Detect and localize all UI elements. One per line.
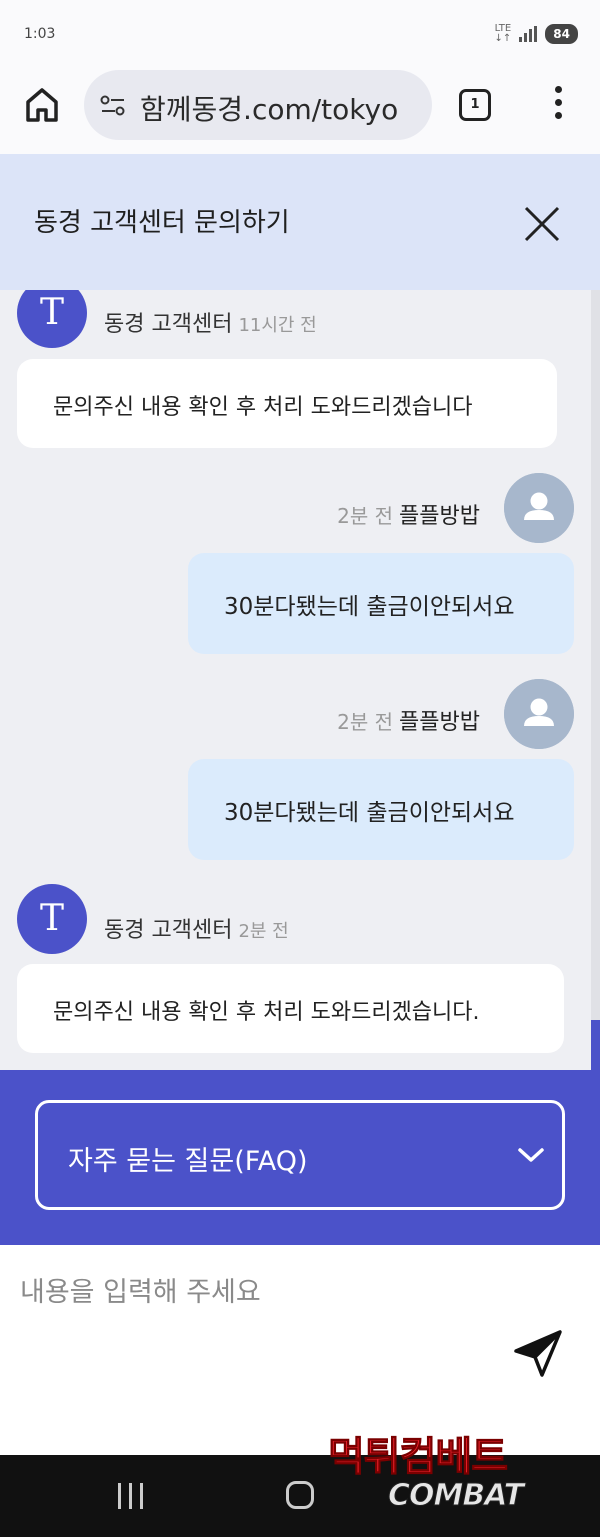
chat-message-list[interactable]: T 동경 고객센터 11시간 전 문의주신 내용 확인 후 처리 도와드리겠습니다… — [0, 290, 600, 1070]
home-button-icon[interactable] — [286, 1481, 314, 1509]
panel-title: 동경 고객센터 문의하기 — [34, 208, 290, 238]
home-icon[interactable] — [24, 84, 60, 124]
signal-icon — [519, 26, 538, 42]
message-bubble: 30분다됐는데 출금이안되서요 — [188, 553, 574, 654]
chevron-down-icon — [518, 1148, 544, 1162]
tab-switcher-button[interactable]: 1 — [459, 89, 491, 121]
faq-label: 자주 묻는 질문(FAQ) — [68, 1146, 308, 1177]
watermark-logo: 먹튀컴베트 COMBAT — [328, 1424, 584, 1522]
message-bubble: 30분다됐는데 출금이안되서요 — [188, 759, 574, 860]
message-bubble: 문의주신 내용 확인 후 처리 도와드리겠습니다 — [17, 359, 557, 448]
message-time: 2분 전 — [337, 710, 394, 734]
watermark-bottom-text: COMBAT — [387, 1478, 524, 1514]
send-icon[interactable] — [512, 1327, 564, 1379]
user-avatar-icon — [504, 679, 574, 749]
support-avatar: T — [17, 884, 87, 954]
network-type: LTE ↓↑ — [494, 23, 512, 44]
message-time: 2분 전 — [238, 921, 289, 942]
address-bar[interactable]: 함께동경.com/tokyo — [84, 70, 432, 140]
more-menu-icon[interactable] — [548, 86, 568, 126]
status-time: 1:03 — [24, 26, 56, 42]
faq-section: 자주 묻는 질문(FAQ) — [0, 1070, 600, 1245]
support-avatar: T — [17, 290, 87, 348]
battery-indicator: 84 — [545, 24, 578, 44]
chat-scroll-thumb[interactable] — [591, 1020, 600, 1070]
message-input[interactable] — [20, 1267, 490, 1317]
url-text: 함께동경.com/tokyo — [140, 93, 399, 126]
chat-scrollbar[interactable] — [591, 290, 600, 1070]
user-avatar-icon — [504, 473, 574, 543]
message-sender: 동경 고객센터 11시간 전 — [104, 312, 317, 337]
status-bar: 1:03 LTE ↓↑ 84 — [0, 0, 600, 62]
close-icon[interactable] — [520, 202, 564, 246]
recent-apps-icon[interactable] — [118, 1483, 148, 1509]
message-sender: 2분 전 플플방밥 — [337, 504, 480, 529]
browser-toolbar: 함께동경.com/tokyo 1 — [0, 62, 600, 154]
message-bubble: 문의주신 내용 확인 후 처리 도와드리겠습니다. — [17, 964, 564, 1053]
faq-dropdown[interactable]: 자주 묻는 질문(FAQ) — [35, 1100, 565, 1210]
chat-panel-header: 동경 고객센터 문의하기 — [0, 154, 600, 290]
message-time: 2분 전 — [337, 504, 394, 528]
message-time: 11시간 전 — [238, 315, 317, 336]
site-settings-icon[interactable] — [100, 94, 126, 118]
watermark-top-text: 먹튀컴베트 — [328, 1434, 509, 1481]
message-sender: 동경 고객센터 2분 전 — [104, 918, 289, 943]
status-indicators: LTE ↓↑ 84 — [495, 24, 578, 44]
message-sender: 2분 전 플플방밥 — [337, 710, 480, 735]
